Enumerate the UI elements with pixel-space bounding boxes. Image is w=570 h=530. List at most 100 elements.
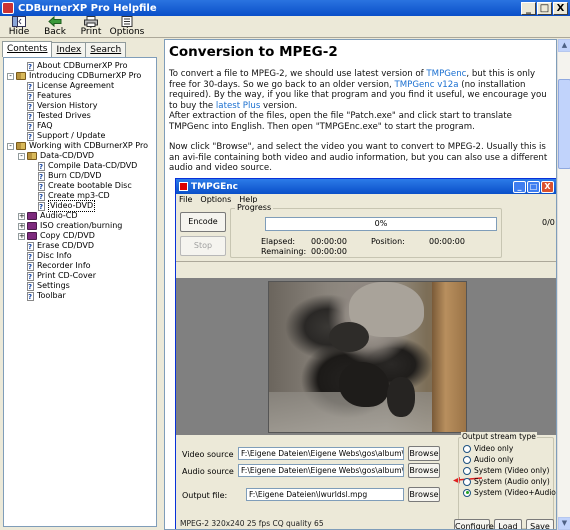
tmpgenc-link[interactable]: TMPGenc	[426, 69, 466, 79]
tree-item[interactable]: Compile Data-CD/DVD	[4, 161, 156, 172]
menu-file[interactable]: File	[179, 194, 192, 206]
expand-icon[interactable]: +	[18, 222, 25, 230]
help-page-icon	[27, 121, 34, 132]
tree-item[interactable]: FAQ	[4, 121, 156, 132]
tree-item-label: Toolbar	[37, 291, 66, 300]
tree-item-label: Compile Data-CD/DVD	[48, 161, 138, 170]
expand-icon[interactable]: +	[18, 212, 25, 220]
tree-item-label: Burn CD/DVD	[48, 171, 102, 180]
options-label: Options	[109, 27, 145, 37]
radio-button[interactable]	[463, 488, 471, 497]
source-settings: Video source F:\Eigene Dateien\Eigene We…	[176, 432, 557, 529]
tree-item[interactable]: - Working with CDBurnerXP Pro	[4, 141, 156, 151]
tab-index[interactable]: Index	[51, 42, 87, 57]
maximize-button[interactable]: □	[537, 1, 552, 15]
tree-item[interactable]: Recorder Info	[4, 261, 156, 272]
configure-button[interactable]: Configure	[454, 519, 494, 529]
stream-type-option[interactable]: System (Audio only)	[463, 477, 550, 486]
tree-item[interactable]: - Data-CD/DVD	[4, 151, 156, 161]
expand-icon[interactable]: +	[18, 232, 25, 240]
tmpgenc-v12a-link[interactable]: TMPGenc v12a	[395, 80, 459, 90]
print-label: Print	[80, 27, 102, 37]
tree-item-label: Settings	[37, 281, 70, 290]
stop-button[interactable]: Stop	[180, 236, 226, 256]
back-button[interactable]: Back	[40, 16, 70, 38]
tree-item[interactable]: + ISO creation/burning	[4, 221, 156, 231]
minimize-button[interactable]: _	[521, 1, 536, 15]
tab-search[interactable]: Search	[85, 42, 127, 57]
stream-type-option[interactable]: System (Video+Audio)	[463, 488, 557, 497]
collapse-icon[interactable]: -	[7, 142, 14, 150]
hide-button[interactable]: Hide	[4, 16, 34, 38]
progress-group-label: Progress	[235, 203, 274, 212]
collapse-icon[interactable]: -	[18, 152, 25, 160]
latest-plus-link[interactable]: latest Plus	[216, 101, 260, 111]
help-page-icon	[38, 171, 45, 182]
output-browse-button[interactable]: Browse	[408, 487, 440, 502]
radio-button[interactable]	[463, 466, 471, 475]
radio-button[interactable]	[463, 455, 471, 464]
options-button[interactable]: Options	[109, 16, 145, 38]
help-page-icon	[27, 101, 34, 112]
audio-browse-button[interactable]: Browse	[408, 463, 440, 478]
save-button[interactable]: Save	[526, 519, 554, 529]
scroll-down-icon[interactable]: ▼	[558, 517, 570, 530]
tree-item[interactable]: Settings	[4, 281, 156, 292]
position-value: 00:00:00	[429, 237, 465, 246]
stream-type-option[interactable]: System (Video only)	[463, 466, 549, 475]
tree-item[interactable]: + Copy CD/DVD	[4, 231, 156, 241]
tree-item[interactable]: About CDBurnerXP Pro	[4, 61, 156, 72]
toolbar: Hide Back Print Options	[0, 16, 570, 38]
help-page-icon	[38, 201, 45, 212]
tree-item[interactable]: Create bootable Disc	[4, 181, 156, 192]
tmpgenc-menubar: File Options Help	[176, 194, 556, 206]
tab-contents[interactable]: Contents	[2, 41, 53, 57]
tree-item[interactable]: Toolbar	[4, 291, 156, 302]
tree-item[interactable]: Burn CD/DVD	[4, 171, 156, 182]
close-button[interactable]: X	[553, 1, 568, 15]
load-button[interactable]: Load	[494, 519, 522, 529]
back-arrow-icon	[48, 16, 62, 27]
stream-type-option-label: System (Video+Audio)	[474, 488, 557, 497]
options-icon	[121, 16, 133, 27]
tree-item[interactable]: Version History	[4, 101, 156, 112]
output-file-input[interactable]: F:\Eigene Dateien\lwurldsl.mpg	[246, 488, 404, 501]
tree-item[interactable]: Features	[4, 91, 156, 102]
stream-type-option[interactable]: Audio only	[463, 455, 514, 464]
stream-type-option[interactable]: Video only	[463, 444, 513, 453]
contents-tree[interactable]: About CDBurnerXP Pro - Introducing CDBurne…	[3, 57, 157, 527]
video-browse-button[interactable]: Browse	[408, 446, 440, 461]
tree-item-label: Working with CDBurnerXP Pro	[29, 141, 148, 150]
tree-item[interactable]: Support / Update	[4, 131, 156, 142]
tree-item[interactable]: Erase CD/DVD	[4, 241, 156, 252]
tree-item[interactable]: + Audio-CD	[4, 211, 156, 221]
radio-button[interactable]	[463, 444, 471, 453]
scroll-up-icon[interactable]: ▲	[558, 39, 570, 52]
video-source-input[interactable]: F:\Eigene Dateien\Eigene Webs\gos\album\…	[238, 447, 404, 460]
printer-icon	[84, 16, 98, 27]
print-button[interactable]: Print	[76, 16, 106, 38]
tree-item[interactable]: Video-DVD	[4, 200, 156, 212]
tree-item[interactable]: Print CD-Cover	[4, 271, 156, 282]
radio-button[interactable]	[463, 477, 471, 486]
collapse-icon[interactable]: -	[7, 72, 14, 80]
tmpgenc-minimize-button[interactable]: _	[513, 180, 526, 193]
p1-text-a: To convert a file to MPEG-2, we should u…	[169, 69, 427, 79]
audio-source-input[interactable]: F:\Eigene Dateien\Eigene Webs\gos\album\…	[238, 464, 404, 477]
hide-icon	[12, 16, 26, 27]
tmpgenc-maximize-button[interactable]: □	[527, 180, 540, 193]
content-pane: Conversion to MPEG-2 To convert a file t…	[164, 39, 557, 530]
menu-options[interactable]: Options	[200, 194, 231, 206]
window-titlebar: CDBurnerXP Pro Helpfile _ □ X	[0, 0, 570, 16]
encode-button[interactable]: Encode	[180, 212, 226, 232]
tmpgenc-close-button[interactable]: X	[541, 180, 554, 193]
tree-item[interactable]: License Agreement	[4, 81, 156, 92]
help-page-icon	[38, 191, 45, 202]
elapsed-value: 00:00:00	[311, 237, 347, 246]
p1-text-d: version.	[260, 100, 298, 111]
scroll-thumb[interactable]	[558, 79, 570, 169]
content-scrollbar[interactable]: ▲ ▼	[557, 39, 570, 530]
tree-item[interactable]: Disc Info	[4, 251, 156, 262]
tree-item[interactable]: - Introducing CDBurnerXP Pro	[4, 71, 156, 81]
tree-item[interactable]: Tested Drives	[4, 111, 156, 122]
